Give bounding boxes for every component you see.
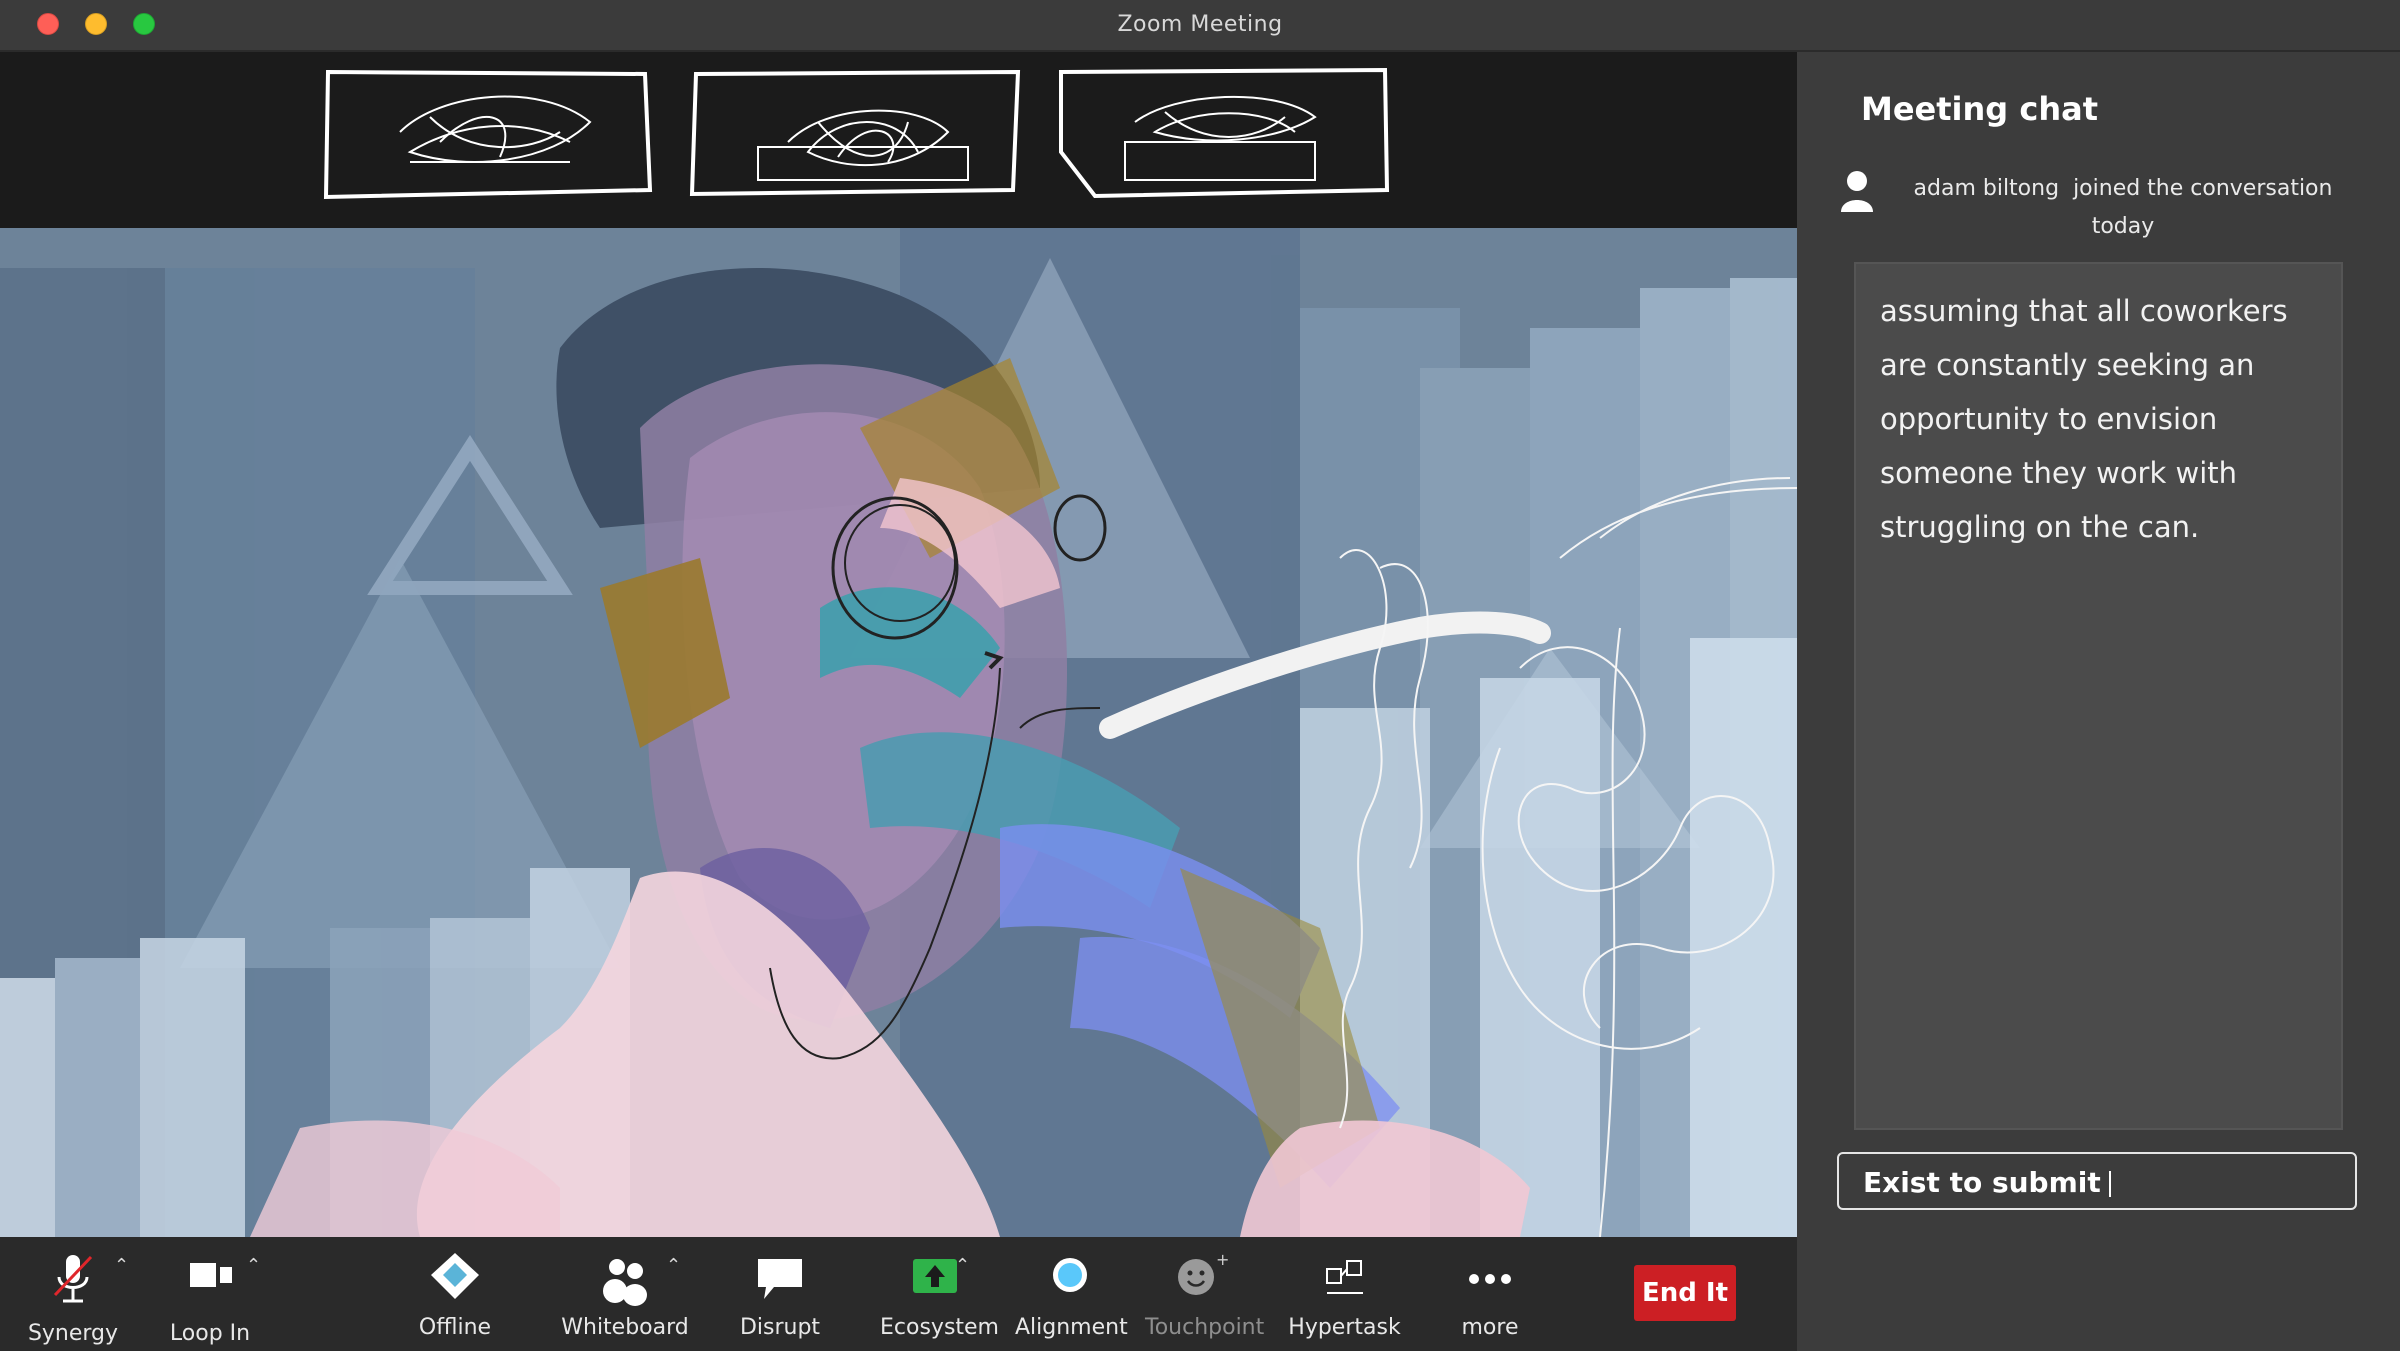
chat-title: Meeting chat xyxy=(1861,90,2098,128)
chat-event-user: adam biltong xyxy=(1913,176,2060,201)
chat-join-event: adam biltong joined the conversation tod… xyxy=(1837,162,2377,242)
reaction-icon: + xyxy=(1178,1251,1228,1295)
synergy-button[interactable]: Synergy xyxy=(18,1251,128,1347)
window-title: Zoom Meeting xyxy=(1117,12,1283,37)
participant-thumbnail[interactable] xyxy=(1055,62,1390,202)
participants-icon xyxy=(603,1259,647,1306)
alignment-button[interactable]: Alignment xyxy=(1015,1251,1128,1347)
video-camera-icon xyxy=(190,1263,232,1287)
touchpoint-button[interactable]: + Touchpoint xyxy=(1145,1251,1265,1347)
end-meeting-button[interactable]: End It xyxy=(1634,1265,1736,1321)
text-caret xyxy=(2108,1171,2111,1197)
shield-icon xyxy=(431,1253,479,1299)
whiteboard-label: Whiteboard xyxy=(561,1315,689,1340)
participant-thumbnail[interactable] xyxy=(688,62,1023,202)
ellipsis-icon xyxy=(1469,1274,1511,1284)
user-avatar-icon xyxy=(1841,171,1873,212)
chat-input-value: Exist to submit xyxy=(1863,1166,2111,1199)
more-button[interactable]: more xyxy=(1435,1251,1545,1347)
offline-label: Offline xyxy=(418,1315,492,1340)
participant-thumbnails xyxy=(0,52,1797,228)
circle-icon xyxy=(1053,1258,1087,1292)
video-options-chevron-icon[interactable]: ⌃ xyxy=(246,1255,261,1276)
participant-thumbnail[interactable] xyxy=(320,62,655,202)
ecosystem-label: Ecosystem xyxy=(880,1315,999,1340)
loop-in-label: Loop In xyxy=(169,1321,251,1346)
synergy-label: Synergy xyxy=(27,1321,119,1346)
chat-event-text: adam biltong joined the conversation tod… xyxy=(1893,170,2353,246)
svg-text:+: + xyxy=(1216,1251,1228,1269)
meeting-toolbar: Synergy ⌃ Loop In ⌃ Offline Whiteboard ⌃… xyxy=(0,1237,1797,1351)
microphone-muted-icon xyxy=(53,1255,93,1303)
speaker-video-image xyxy=(0,228,1797,1237)
video-area xyxy=(0,52,1797,1237)
speech-bubble-icon xyxy=(758,1259,802,1299)
disrupt-button[interactable]: Disrupt xyxy=(725,1251,835,1347)
more-label: more xyxy=(1461,1315,1519,1340)
share-options-chevron-icon[interactable]: ⌃ xyxy=(955,1255,970,1276)
hypertask-label: Hypertask xyxy=(1288,1315,1401,1340)
chat-input-field[interactable]: Exist to submit xyxy=(1837,1152,2357,1210)
main-video-feed[interactable] xyxy=(0,228,1797,1237)
chat-message-list: assuming that all coworkers are constant… xyxy=(1854,262,2343,1130)
audio-options-chevron-icon[interactable]: ⌃ xyxy=(114,1255,129,1276)
chat-panel: Meeting chat adam biltong joined the con… xyxy=(1797,52,2400,1351)
ecosystem-button[interactable]: Ecosystem xyxy=(880,1251,999,1347)
alignment-label: Alignment xyxy=(1015,1315,1128,1340)
offline-button[interactable]: Offline xyxy=(400,1251,510,1347)
participants-options-chevron-icon[interactable]: ⌃ xyxy=(666,1255,681,1276)
chat-event-message: joined the conversation today xyxy=(2073,176,2333,239)
apps-icon xyxy=(1325,1260,1363,1294)
chat-input-text: Exist to submit xyxy=(1863,1166,2101,1199)
hypertask-button[interactable]: Hypertask xyxy=(1282,1251,1407,1347)
disrupt-label: Disrupt xyxy=(739,1315,821,1340)
title-bar: Zoom Meeting xyxy=(0,0,2400,52)
chat-message: assuming that all coworkers are constant… xyxy=(1880,294,2288,544)
touchpoint-label: Touchpoint xyxy=(1145,1315,1265,1340)
